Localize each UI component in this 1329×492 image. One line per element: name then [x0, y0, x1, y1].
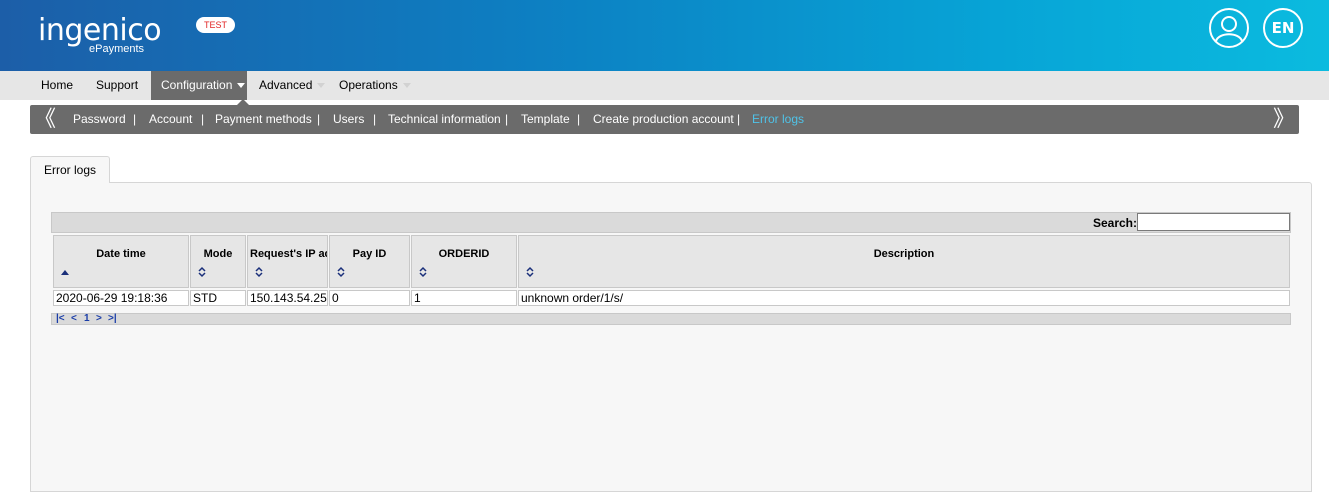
user-profile-icon[interactable] — [1209, 8, 1249, 48]
subnav-link-error-logs[interactable]: Error logs — [752, 105, 804, 134]
nav-item-label: Operations — [339, 78, 398, 92]
subnav-separator: | — [373, 112, 377, 126]
double-chevron-right-icon[interactable]: 》 — [1273, 105, 1295, 134]
column-header-label: Request's IP ac — [250, 248, 328, 260]
nav-item-label: Home — [41, 78, 74, 92]
environment-badge: TEST — [196, 17, 235, 33]
subnav-separator: | — [737, 112, 741, 126]
nav-item-operations[interactable]: Operations — [329, 71, 421, 100]
pager-prev-button[interactable]: < — [71, 313, 77, 325]
nav-item-support[interactable]: Support — [86, 71, 148, 100]
column-header-request-ip[interactable]: Request's IP ac — [247, 235, 328, 288]
sort-icon — [255, 266, 263, 278]
search-label: Search: — [1092, 216, 1137, 230]
tab-error-logs[interactable]: Error logs — [30, 156, 110, 183]
table-toolbar: Search: — [51, 212, 1291, 233]
column-header-pay-id[interactable]: Pay ID — [329, 235, 410, 288]
ingenico-logo[interactable]: ingenico ePayments — [38, 14, 162, 56]
pager-page-1[interactable]: 1 — [84, 313, 90, 325]
pager-first-button[interactable]: |< — [56, 313, 65, 325]
logo-tagline: ePayments — [89, 43, 145, 55]
sort-ascending-icon — [61, 270, 69, 275]
table-cell: unknown order/1/s/ — [518, 290, 1290, 306]
main-nav: Home Support Configuration Advanced Oper… — [0, 71, 1329, 100]
table-cell: 1 — [411, 290, 517, 306]
subnav-link-users[interactable]: Users — [333, 105, 364, 134]
nav-item-configuration[interactable]: Configuration — [151, 71, 247, 100]
sort-icon — [337, 266, 345, 278]
pager-next-button[interactable]: > — [96, 313, 102, 325]
nav-item-label: Advanced — [259, 78, 313, 92]
column-header-label: Date time — [96, 248, 146, 260]
column-header-date-time[interactable]: Date time — [53, 235, 189, 288]
subnav-separator: | — [317, 112, 321, 126]
subnav-separator: | — [505, 112, 509, 126]
user-silhouette-icon — [1215, 16, 1243, 42]
table-cell: 150.143.54.253 — [247, 290, 328, 306]
column-header-label: Pay ID — [352, 248, 387, 260]
nav-item-label: Support — [96, 78, 139, 92]
chevron-down-icon — [237, 83, 246, 89]
column-header-label: ORDERID — [438, 248, 490, 260]
subnav-link-technical-information[interactable]: Technical information — [388, 105, 501, 134]
subnav-separator: | — [133, 112, 137, 126]
sort-icon — [419, 266, 427, 278]
nav-item-home[interactable]: Home — [31, 71, 83, 100]
double-chevron-left-icon[interactable]: 《 — [34, 105, 56, 134]
subnav-link-account[interactable]: Account — [149, 105, 192, 134]
table-pager: |< < 1 > >| — [51, 313, 1291, 325]
column-header-mode[interactable]: Mode — [190, 235, 246, 288]
column-header-description[interactable]: Description — [518, 235, 1290, 288]
table-cell: 2020-06-29 19:18:36 — [53, 290, 189, 306]
column-header-orderid[interactable]: ORDERID — [411, 235, 517, 288]
subnav-link-template[interactable]: Template — [521, 105, 570, 134]
nav-item-advanced[interactable]: Advanced — [249, 71, 335, 100]
subnav-link-payment-methods[interactable]: Payment methods — [215, 105, 312, 134]
chevron-down-icon — [317, 83, 326, 89]
pager-last-button[interactable]: >| — [108, 313, 117, 325]
language-button[interactable]: EN — [1263, 8, 1303, 48]
subnav-link-password[interactable]: Password — [73, 105, 126, 134]
search-input[interactable] — [1137, 213, 1290, 231]
sub-nav: 《 Password | Account | Payment methods |… — [30, 105, 1299, 134]
subnav-link-create-production-account[interactable]: Create production account — [593, 105, 734, 134]
subnav-separator: | — [201, 112, 205, 126]
sort-icon — [198, 266, 206, 278]
column-header-label: Mode — [203, 248, 233, 260]
sort-icon — [526, 266, 534, 278]
nav-item-label: Configuration — [161, 78, 233, 92]
top-header: ingenico ePayments TEST EN — [0, 0, 1329, 71]
table-cell: STD — [190, 290, 246, 306]
chevron-down-icon — [402, 83, 411, 89]
subnav-separator: | — [577, 112, 581, 126]
column-header-label: Description — [873, 248, 935, 260]
table-cell: 0 — [329, 290, 410, 306]
